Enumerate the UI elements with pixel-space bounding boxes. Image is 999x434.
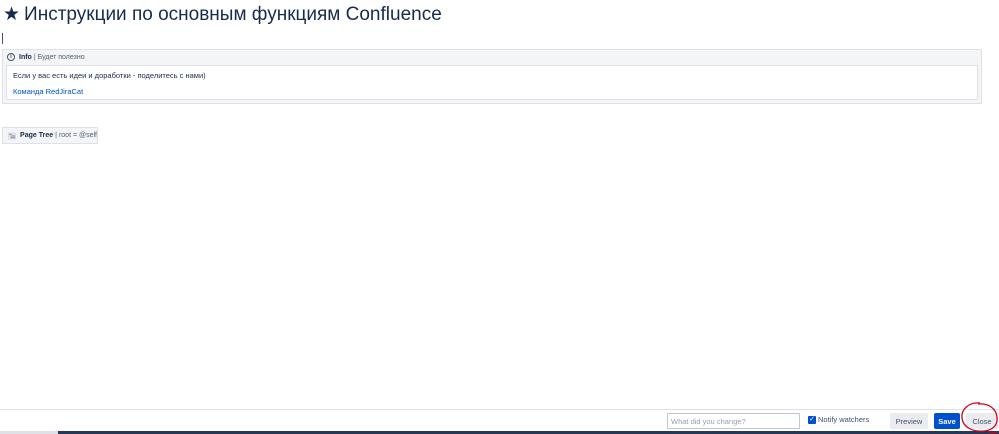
info-text[interactable]: Если у вас есть идеи и доработки - подел… (13, 71, 971, 81)
notify-watchers[interactable]: ✓ Notify watchers (808, 415, 869, 424)
team-link[interactable]: Команда RedJiraCat (13, 87, 971, 97)
page-tree-icon (8, 131, 17, 140)
preview-button[interactable]: Preview (890, 413, 928, 429)
macro-separator: | (33, 53, 36, 61)
macro-separator: | (55, 132, 57, 139)
info-icon: i (7, 53, 15, 61)
close-button[interactable]: Close (966, 413, 998, 429)
notify-checkbox[interactable]: ✓ (808, 415, 816, 424)
info-macro-param: Будет полезно (37, 53, 85, 61)
info-macro-body[interactable]: Если у вас есть идеи и доработки - подел… (6, 65, 978, 100)
info-macro[interactable]: i Info | Будет полезно Если у вас есть и… (2, 49, 982, 104)
page-tree-param: root = @self (58, 132, 97, 139)
text-cursor (2, 33, 3, 44)
page-tree-macro[interactable]: Page Tree | root = @self (2, 127, 98, 144)
star-icon: ★ (3, 4, 21, 25)
change-comment-input[interactable] (667, 413, 800, 429)
info-macro-title: Info (19, 53, 32, 61)
notify-label[interactable]: Notify watchers (818, 415, 869, 424)
info-macro-header[interactable]: i Info | Будет полезно (3, 50, 981, 64)
page-title[interactable]: ★ Инструкции по основным функциям Conflue… (3, 3, 442, 27)
page-title-text[interactable]: Инструкции по основным функциям Confluen… (24, 4, 442, 25)
save-button[interactable]: Save (934, 413, 960, 429)
page-tree-title: Page Tree (20, 132, 54, 139)
